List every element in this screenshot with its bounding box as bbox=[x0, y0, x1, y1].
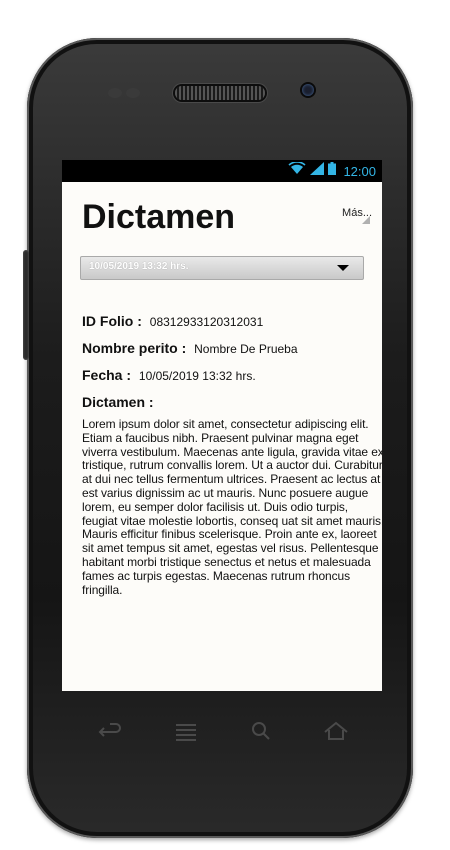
perito-label: Nombre perito : bbox=[82, 340, 187, 356]
signal-icon bbox=[310, 162, 325, 180]
status-time: 12:00 bbox=[343, 163, 376, 179]
earpiece-speaker bbox=[175, 86, 265, 100]
status-bar: 12:00 bbox=[62, 160, 382, 182]
perito-row: Nombre perito : Nombre De Prueba bbox=[82, 340, 298, 356]
folio-value: 08312933120312031 bbox=[149, 315, 264, 329]
date-dropdown[interactable]: 10/05/2019 13:32 hrs. bbox=[80, 256, 364, 280]
fecha-label: Fecha : bbox=[82, 367, 132, 383]
folio-row: ID Folio : 08312933120312031 bbox=[82, 313, 263, 329]
dictamen-text: Lorem ipsum dolor sit amet, consectetur … bbox=[82, 417, 382, 597]
folio-label: ID Folio : bbox=[82, 313, 142, 329]
front-camera bbox=[302, 84, 314, 96]
back-icon[interactable] bbox=[96, 720, 124, 742]
fecha-row: Fecha : 10/05/2019 13:32 hrs. bbox=[82, 367, 256, 383]
search-icon[interactable] bbox=[248, 720, 276, 742]
light-sensor bbox=[126, 88, 140, 98]
home-icon[interactable] bbox=[322, 720, 350, 742]
proximity-sensor bbox=[108, 88, 122, 98]
wifi-icon bbox=[288, 161, 306, 180]
fecha-value: 10/05/2019 13:32 hrs. bbox=[138, 369, 256, 383]
perito-value: Nombre De Prueba bbox=[194, 342, 298, 356]
dropdown-selected-value: 10/05/2019 13:32 hrs. bbox=[89, 261, 189, 272]
overflow-corner-icon bbox=[362, 216, 370, 224]
dictamen-label: Dictamen : bbox=[82, 394, 154, 410]
page-title: Dictamen bbox=[82, 198, 236, 236]
phone-screen: 12:00 Dictamen Más... 10/05/2019 13:32 h… bbox=[62, 160, 382, 691]
battery-icon bbox=[328, 162, 337, 180]
volume-button bbox=[23, 250, 29, 360]
chevron-down-icon bbox=[337, 265, 349, 271]
menu-icon[interactable] bbox=[172, 720, 200, 742]
